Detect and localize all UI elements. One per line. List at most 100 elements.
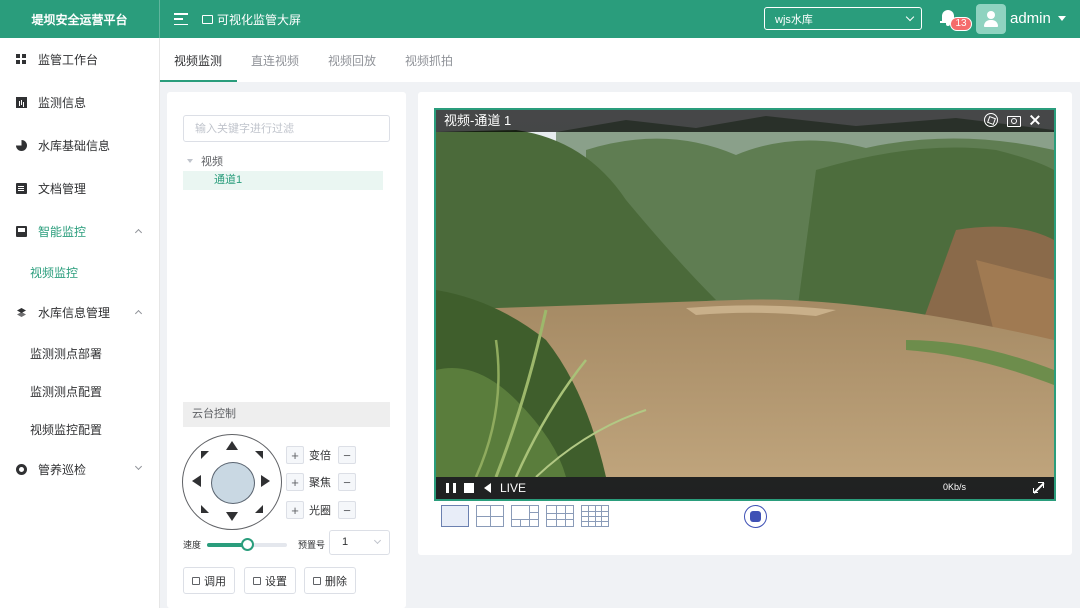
close-icon[interactable] [1028,113,1042,127]
sidebar-item-label: 智能监控 [38,225,87,239]
tab-video-monitor[interactable]: 视频监测 [159,38,238,82]
sidebar-item-documents[interactable]: 文档管理 [0,167,159,210]
tab-video-playback[interactable]: 视频回放 [328,38,390,82]
pause-icon[interactable] [446,483,456,493]
monitor-icon [16,226,27,237]
sidebar-item-label: 监管工作台 [38,53,99,67]
tree-node-video[interactable]: 视频 [187,153,223,169]
bitrate-label: 0Kb/s [943,482,967,492]
sidebar-item-label: 监测信息 [38,96,87,110]
live-label: LIVE [500,481,527,495]
reservoir-select-value: wjs水库 [775,13,813,26]
layout-6-button[interactable] [511,505,539,527]
dashboard-screen-label: 可视化监管大屏 [217,12,302,27]
sidebar-item-label: 管养巡检 [38,463,87,477]
call-icon [192,576,200,585]
sidebar-item-workbench[interactable]: 监管工作台 [0,38,159,81]
ptz-header: 云台控制 [183,402,390,427]
sidebar-item-smart-monitoring[interactable]: 智能监控 [0,210,159,253]
video-panel: 视频-通道 1 LIVE 0Kb/s [418,92,1072,555]
preset-call-button[interactable]: 调用 [183,567,235,594]
username: admin [1010,10,1051,27]
monitor-icon [202,14,213,24]
preset-delete-label: 删除 [325,575,347,588]
iris-control: + 光圈 − [286,501,356,519]
fullscreen-icon[interactable] [1033,482,1044,493]
reservoir-select[interactable]: wjs水库 [764,7,922,30]
speed-slider-handle[interactable] [241,538,254,551]
avatar[interactable] [976,4,1006,34]
player-title-actions [984,113,1042,127]
layout-9-button[interactable] [546,505,574,527]
volume-icon[interactable] [484,483,491,493]
tree-node-label: 视频 [201,156,223,168]
preset-delete-button[interactable]: 删除 [304,567,356,594]
trash-icon [313,576,321,585]
user-menu[interactable]: admin [1010,10,1066,27]
record-button[interactable] [744,505,767,528]
layout-switcher [441,505,609,527]
zoom-out-button[interactable]: − [338,446,356,464]
sidebar-subitem-video-monitoring[interactable]: 视频监控 [0,253,159,291]
sidebar-subitem-point-deploy[interactable]: 监测测点部署 [0,334,159,372]
ptz-up-arrow-icon[interactable] [226,441,238,450]
sidebar-item-maintenance[interactable]: 管养巡检 [0,448,159,491]
layout-1-button[interactable] [441,505,469,527]
focus-control: + 聚焦 − [286,473,356,491]
zoom-in-button[interactable]: + [286,446,304,464]
menu-toggle-icon[interactable] [174,13,188,25]
tree-node-channel-1[interactable]: 通道1 [183,171,383,190]
caret-down-icon [187,159,193,163]
ptz-center-button[interactable] [211,462,255,504]
preset-select-value: 1 [342,536,349,548]
sidebar-item-label: 文档管理 [38,182,87,196]
preset-set-button[interactable]: 设置 [244,567,296,594]
ptz-up-left-arrow-icon[interactable] [201,451,209,459]
sidebar-subitem-point-config[interactable]: 监测测点配置 [0,372,159,410]
tab-direct-video[interactable]: 直连视频 [251,38,313,82]
notification-badge: 13 [950,17,972,31]
app-logo: 堤坝安全运营平台 [0,0,160,38]
stop-icon[interactable] [464,483,474,493]
ptz-down-right-arrow-icon[interactable] [255,505,263,513]
iris-open-button[interactable]: + [286,501,304,519]
ptz-down-left-arrow-icon[interactable] [201,505,209,513]
layout-4-button[interactable] [476,505,504,527]
ptz-up-right-arrow-icon[interactable] [255,451,263,459]
chevron-down-icon [905,12,915,22]
sidebar-item-reservoir-basics[interactable]: 水库基础信息 [0,124,159,167]
sidebar-item-monitoring-info[interactable]: 监测信息 [0,81,159,124]
sidebar-item-reservoir-management[interactable]: 水库信息管理 [0,291,159,334]
dashboard-screen-link[interactable]: 可视化监管大屏 [202,11,301,28]
tab-bar: 视频监测 直连视频 视频回放 视频抓拍 [159,38,1080,82]
speed-slider[interactable] [207,538,287,551]
record-icon [750,511,761,522]
layout-16-button[interactable] [581,505,609,527]
sidebar-item-label: 水库基础信息 [38,139,111,153]
ptz-down-arrow-icon[interactable] [226,512,238,521]
zoom-control: + 变倍 − [286,446,356,464]
focus-in-button[interactable]: + [286,473,304,491]
tab-video-snapshot[interactable]: 视频抓拍 [405,38,467,82]
pie-chart-icon [16,140,27,151]
speed-label: 速度 [183,540,202,550]
ptz-right-arrow-icon[interactable] [261,475,270,487]
sidebar: 监管工作台 监测信息 水库基础信息 文档管理 智能监控 视频监控 水库信息管理 … [0,38,160,608]
camera-icon[interactable] [1006,113,1021,127]
iris-close-button[interactable]: − [338,501,356,519]
layers-icon [16,307,27,318]
iris-label: 光圈 [309,505,331,517]
grid-icon [16,54,27,65]
tree-filter-input[interactable] [183,115,390,142]
chevron-down-icon [373,536,382,545]
video-player[interactable]: 视频-通道 1 LIVE 0Kb/s [434,108,1056,501]
focus-out-button[interactable]: − [338,473,356,491]
video-frame [436,110,1054,499]
document-icon [16,183,27,194]
preset-select[interactable]: 1 [329,530,390,555]
chevron-down-icon [134,462,143,471]
sidebar-subitem-video-config[interactable]: 视频监控配置 [0,410,159,448]
aperture-icon[interactable] [984,113,998,127]
ptz-left-arrow-icon[interactable] [192,475,201,487]
chevron-up-icon [134,228,143,237]
